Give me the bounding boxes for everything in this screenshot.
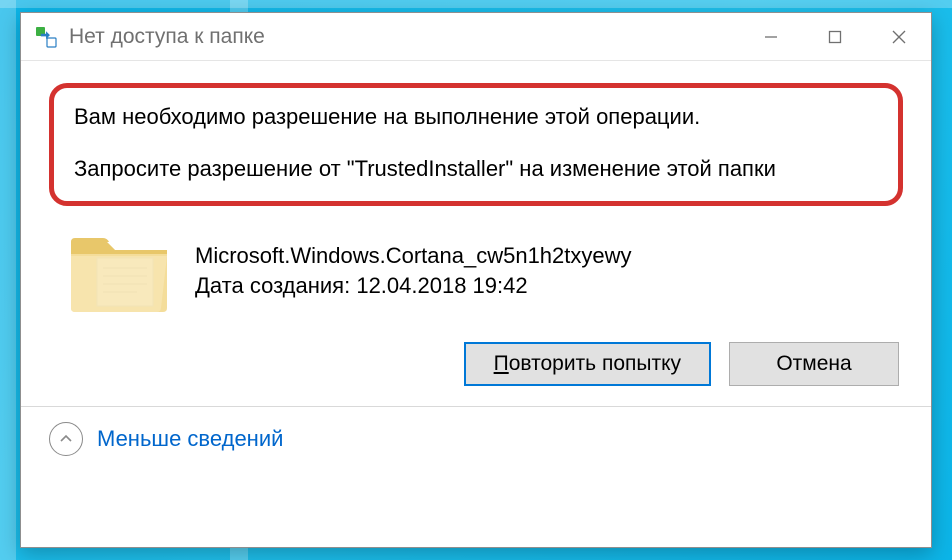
- folder-name: Microsoft.Windows.Cortana_cw5n1h2txyewy: [195, 241, 632, 272]
- dialog-title: Нет доступа к папке: [69, 25, 739, 49]
- maximize-button[interactable]: [803, 13, 867, 60]
- message-line-2: Запросите разрешение от "TrustedInstalle…: [74, 154, 878, 184]
- less-details-link[interactable]: Меньше сведений: [97, 426, 283, 452]
- collapse-details-button[interactable]: [49, 422, 83, 456]
- bg-decoration: [0, 0, 952, 8]
- folder-icon: [67, 228, 171, 314]
- close-button[interactable]: [867, 13, 931, 60]
- message-line-1: Вам необходимо разрешение на выполнение …: [74, 102, 878, 132]
- chevron-up-icon: [58, 431, 74, 447]
- titlebar: Нет доступа к папке: [21, 13, 931, 61]
- retry-button[interactable]: Повторить попытку: [464, 342, 711, 386]
- bg-decoration: [0, 0, 16, 560]
- dialog-buttons: Повторить попытку Отмена: [49, 342, 903, 386]
- folder-transfer-icon: [35, 26, 57, 48]
- folder-date: Дата создания: 12.04.2018 19:42: [195, 271, 632, 302]
- dialog-footer: Меньше сведений: [21, 407, 931, 471]
- folder-info: Microsoft.Windows.Cortana_cw5n1h2txyewy …: [195, 241, 632, 303]
- minimize-button[interactable]: [739, 13, 803, 60]
- dialog-content: Вам необходимо разрешение на выполнение …: [21, 61, 931, 407]
- cancel-button[interactable]: Отмена: [729, 342, 899, 386]
- permission-message-highlight: Вам необходимо разрешение на выполнение …: [49, 83, 903, 206]
- folder-details-row: Microsoft.Windows.Cortana_cw5n1h2txyewy …: [49, 228, 903, 314]
- window-controls: [739, 13, 931, 60]
- folder-access-denied-dialog: Нет доступа к папке Вам необходимо разре…: [20, 12, 932, 548]
